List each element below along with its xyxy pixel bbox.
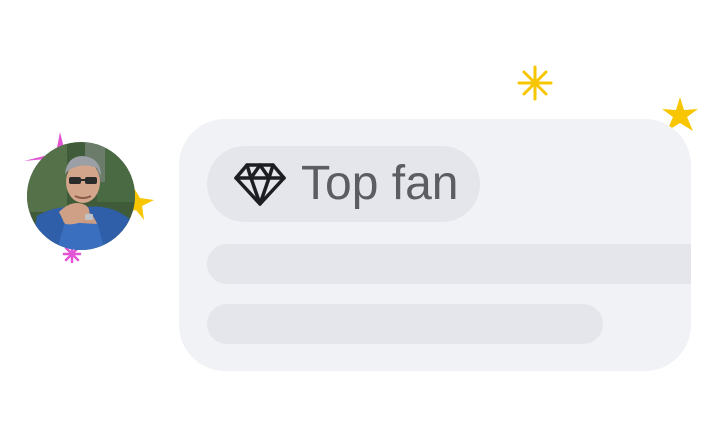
placeholder-line [207,304,603,344]
avatar-container [18,126,158,266]
sparkle-icon [517,65,553,101]
top-fan-card: Top fan [179,119,691,371]
avatar[interactable] [27,142,135,250]
top-fan-badge[interactable]: Top fan [207,146,481,222]
diamond-icon [234,163,286,206]
placeholder-line [207,244,691,284]
profile-photo [27,142,135,250]
badge-label: Top fan [301,157,459,210]
